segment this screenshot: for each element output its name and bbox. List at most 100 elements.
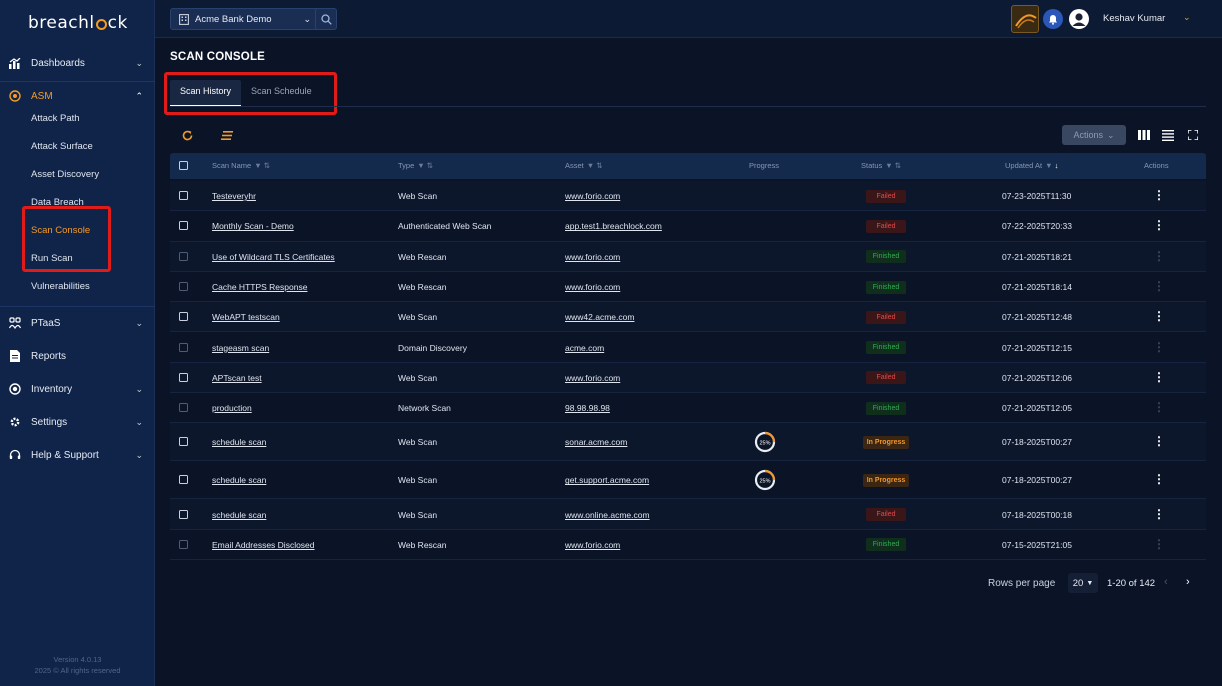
row-checkbox[interactable] (179, 251, 188, 261)
row-checkbox[interactable] (179, 312, 188, 322)
fullscreen-icon[interactable] (1186, 128, 1200, 142)
asset-link[interactable]: www42.acme.com (565, 312, 634, 322)
scan-name-link[interactable]: schedule scan (212, 475, 266, 485)
user-name[interactable]: Keshav Kumar (1103, 13, 1165, 24)
density-icon[interactable] (1161, 128, 1175, 142)
asset-link[interactable]: www.forio.com (565, 252, 620, 262)
gear-icon (8, 415, 22, 429)
asset-link[interactable]: app.test1.breachlock.com (565, 221, 662, 231)
table-row[interactable]: APTscan test Web Scan www.forio.com Failed 0… (170, 362, 1206, 394)
column-header-scan-name[interactable]: Scan Name ▼ ⇅ (212, 161, 270, 170)
previous-page-button[interactable]: ‹ (1164, 576, 1168, 588)
nav-ptaas[interactable]: PTaaS ⌄ (0, 316, 155, 330)
asset-link[interactable]: www.forio.com (565, 191, 620, 201)
scan-name-link[interactable]: Testeveryhr (212, 191, 256, 201)
table-row[interactable]: WebAPT testscan Web Scan www42.acme.com Fai… (170, 302, 1206, 333)
refresh-icon[interactable] (179, 127, 195, 143)
table-row[interactable]: Testeveryhr Web Scan www.forio.com Failed 07… (170, 181, 1206, 212)
more-options-icon[interactable]: ⋮ (1153, 401, 1165, 413)
table-row[interactable]: Cache HTTPS Response Web Rescan www.forio.… (170, 271, 1206, 303)
row-checkbox[interactable] (179, 539, 188, 549)
row-checkbox[interactable] (179, 342, 188, 352)
columns-icon[interactable] (1137, 128, 1151, 142)
table-row[interactable]: stageasm scan Domain Discovery acme.com Fin… (170, 332, 1206, 363)
sidebar-item-attack-path[interactable]: Attack Path (31, 113, 80, 124)
organization-select[interactable]: Acme Bank Demo ⌄ (170, 8, 320, 30)
scan-name-link[interactable]: APTscan test (212, 373, 262, 383)
table-row[interactable]: schedule scan Web Scan www.online.acme.com… (170, 499, 1206, 530)
table-row[interactable]: schedule scan Web Scan sonar.acme.com 25% … (170, 423, 1206, 462)
sidebar-item-vulnerabilities[interactable]: Vulnerabilities (31, 281, 90, 292)
filter-list-icon[interactable] (219, 127, 235, 143)
more-options-icon[interactable]: ⋮ (1153, 280, 1165, 292)
more-options-icon[interactable]: ⋮ (1153, 310, 1165, 322)
column-header-type[interactable]: Type ▼ ⇅ (398, 161, 433, 170)
row-checkbox[interactable] (179, 509, 188, 519)
more-options-icon[interactable]: ⋮ (1153, 371, 1165, 383)
scan-name-link[interactable]: production (212, 403, 252, 413)
filter-sort-icon[interactable]: ▼ ⇅ (587, 161, 603, 170)
row-checkbox[interactable] (179, 191, 188, 201)
nav-help-support[interactable]: Help & Support ⌄ (0, 448, 155, 462)
row-checkbox[interactable] (179, 221, 188, 231)
filter-sort-icon[interactable]: ▼ ⇅ (417, 161, 433, 170)
scan-name-link[interactable]: Email Addresses Disclosed (212, 540, 315, 550)
filter-sort-icon[interactable]: ▼ ⇅ (254, 161, 270, 170)
table-row[interactable]: schedule scan Web Scan get.support.acme.co… (170, 461, 1206, 500)
nav-dashboards[interactable]: Dashboards ⌄ (0, 56, 155, 70)
select-all-checkbox[interactable] (179, 161, 188, 170)
more-options-icon[interactable]: ⋮ (1153, 473, 1165, 485)
more-options-icon[interactable]: ⋮ (1153, 250, 1165, 262)
search-button[interactable] (315, 8, 337, 30)
nav-asm[interactable]: ASM ⌃ (0, 89, 155, 103)
scan-name-link[interactable]: Monthly Scan - Demo (212, 221, 294, 231)
scan-name-link[interactable]: Use of Wildcard TLS Certificates (212, 252, 335, 262)
table-row[interactable]: production Network Scan 98.98.98.98 Finishe… (170, 393, 1206, 424)
asset-link[interactable]: acme.com (565, 343, 604, 353)
asset-link[interactable]: www.online.acme.com (565, 510, 650, 520)
column-header-status[interactable]: Status ▼ ⇅ (861, 161, 901, 170)
nav-settings[interactable]: Settings ⌄ (0, 415, 155, 429)
table-row[interactable]: Monthly Scan - Demo Authenticated Web Sca… (170, 211, 1206, 242)
more-options-icon[interactable]: ⋮ (1153, 538, 1165, 550)
row-checkbox[interactable] (179, 372, 188, 382)
more-options-icon[interactable]: ⋮ (1153, 508, 1165, 520)
more-options-icon[interactable]: ⋮ (1153, 341, 1165, 353)
nav-reports[interactable]: Reports (0, 349, 155, 363)
more-options-icon[interactable]: ⋮ (1153, 189, 1165, 201)
column-header-asset[interactable]: Asset ▼ ⇅ (565, 161, 603, 170)
divider (0, 81, 155, 82)
nav-inventory[interactable]: Inventory ⌄ (0, 382, 155, 396)
scan-name-link[interactable]: schedule scan (212, 510, 266, 520)
notification-bell-icon[interactable] (1043, 9, 1063, 29)
asset-link[interactable]: 98.98.98.98 (565, 403, 610, 413)
row-checkbox[interactable] (179, 437, 188, 447)
next-page-button[interactable]: › (1186, 576, 1190, 588)
row-checkbox[interactable] (179, 403, 188, 413)
filter-sort-desc-icon[interactable]: ▼ ↓ (1045, 161, 1058, 170)
sidebar-item-asset-discovery[interactable]: Asset Discovery (31, 169, 99, 180)
scan-name-link[interactable]: schedule scan (212, 437, 266, 447)
row-checkbox[interactable] (179, 475, 188, 485)
table-row[interactable]: Email Addresses Disclosed Web Rescan www.f… (170, 529, 1206, 560)
scan-name-link[interactable]: WebAPT testscan (212, 312, 280, 322)
scan-name-link[interactable]: stageasm scan (212, 343, 269, 353)
scan-name-link[interactable]: Cache HTTPS Response (212, 282, 307, 292)
avatar[interactable] (1069, 9, 1089, 29)
actions-dropdown[interactable]: Actions ⌄ (1062, 125, 1126, 145)
chevron-down-icon: ⌄ (135, 416, 143, 427)
rows-per-page-select[interactable]: 20 ▼ (1068, 573, 1098, 593)
row-checkbox[interactable] (179, 282, 188, 292)
user-menu-chevron-icon[interactable]: ⌄ (1183, 12, 1191, 23)
sidebar-item-attack-surface[interactable]: Attack Surface (31, 141, 93, 152)
asset-link[interactable]: get.support.acme.com (565, 475, 649, 485)
asset-link[interactable]: www.forio.com (565, 282, 620, 292)
column-header-updated-at[interactable]: Updated At ▼ ↓ (1005, 161, 1058, 170)
asset-link[interactable]: sonar.acme.com (565, 437, 627, 447)
table-row[interactable]: Use of Wildcard TLS Certificates Web Resc… (170, 241, 1206, 272)
more-options-icon[interactable]: ⋮ (1153, 219, 1165, 231)
asset-link[interactable]: www.forio.com (565, 373, 620, 383)
filter-sort-icon[interactable]: ▼ ⇅ (885, 161, 901, 170)
asset-link[interactable]: www.forio.com (565, 540, 620, 550)
more-options-icon[interactable]: ⋮ (1153, 435, 1165, 447)
